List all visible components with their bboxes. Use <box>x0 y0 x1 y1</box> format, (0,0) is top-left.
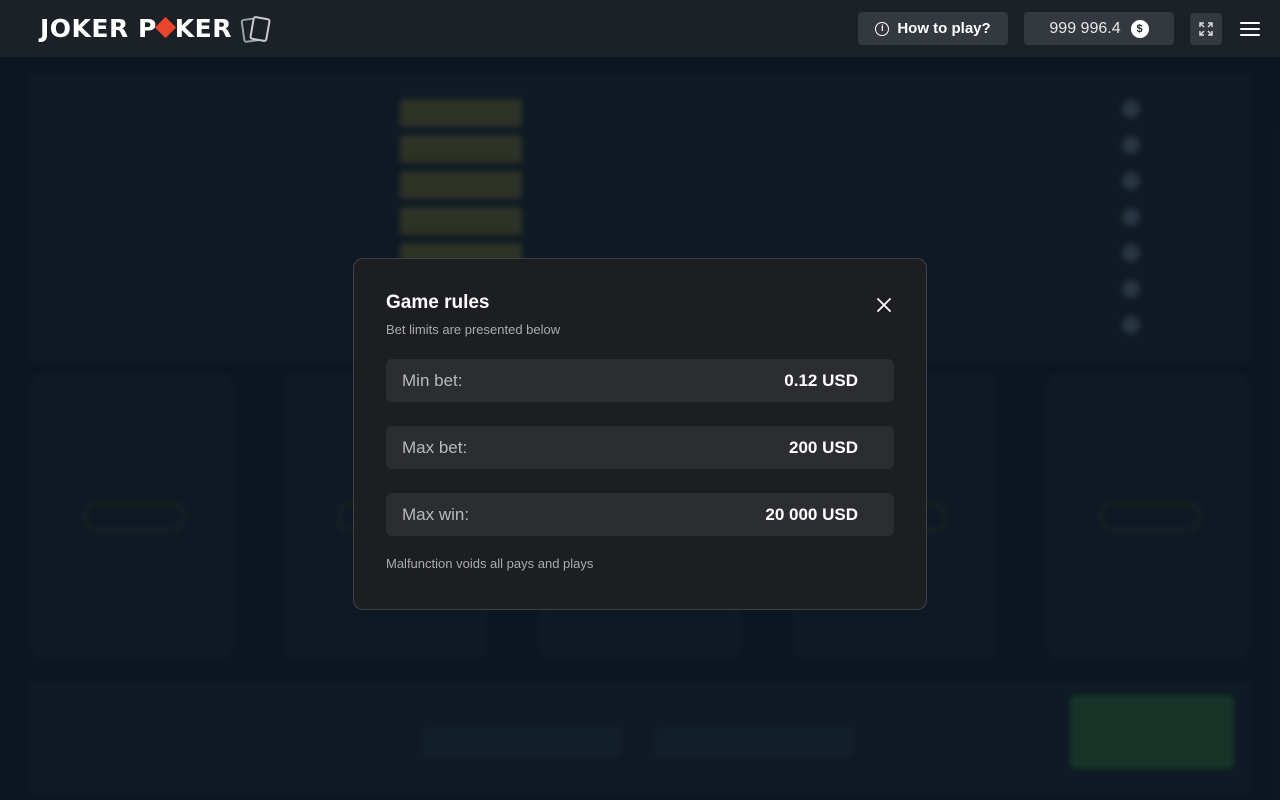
cards-icon <box>240 15 271 43</box>
logo-text-left: JOKER P <box>40 14 157 43</box>
max-win-value: 20 000 USD <box>765 504 858 524</box>
game-logo: JOKER P KER <box>40 14 276 43</box>
max-win-row: Max win: 20 000 USD <box>386 493 894 536</box>
max-bet-value: 200 USD <box>789 437 858 457</box>
close-icon[interactable] <box>876 297 892 313</box>
min-bet-row: Min bet: 0.12 USD <box>386 359 894 402</box>
how-to-play-button[interactable]: i How to play? <box>858 12 1008 45</box>
max-bet-row: Max bet: 200 USD <box>386 426 894 469</box>
dialog-title: Game rules <box>386 292 490 313</box>
dialog-subtitle: Bet limits are presented below <box>386 322 561 337</box>
logo-text-right: KER <box>174 14 232 43</box>
balance-display: 999 996.4 $ <box>1024 12 1174 45</box>
dollar-coin-icon: $ <box>1130 19 1149 38</box>
diamond-icon <box>154 16 176 39</box>
info-icon: i <box>875 21 890 36</box>
fullscreen-button[interactable] <box>1190 12 1222 45</box>
game-rules-dialog: Game rules Bet limits are presented belo… <box>353 258 927 610</box>
min-bet-value: 0.12 USD <box>784 370 858 390</box>
menu-button[interactable] <box>1240 20 1260 38</box>
malfunction-notice: Malfunction voids all pays and plays <box>386 556 594 571</box>
min-bet-label: Min bet: <box>402 370 463 390</box>
hamburger-icon <box>1240 21 1260 24</box>
max-win-label: Max win: <box>402 504 470 524</box>
top-bar: JOKER P KER i How to play? 999 996.4 $ <box>0 0 1280 57</box>
how-to-play-label: How to play? <box>897 20 991 37</box>
max-bet-label: Max bet: <box>402 437 468 457</box>
fullscreen-icon <box>1199 21 1213 36</box>
bet-limits-list: Min bet: 0.12 USD Max bet: 200 USD Max w… <box>386 359 894 536</box>
balance-value: 999 996.4 <box>1049 19 1121 37</box>
